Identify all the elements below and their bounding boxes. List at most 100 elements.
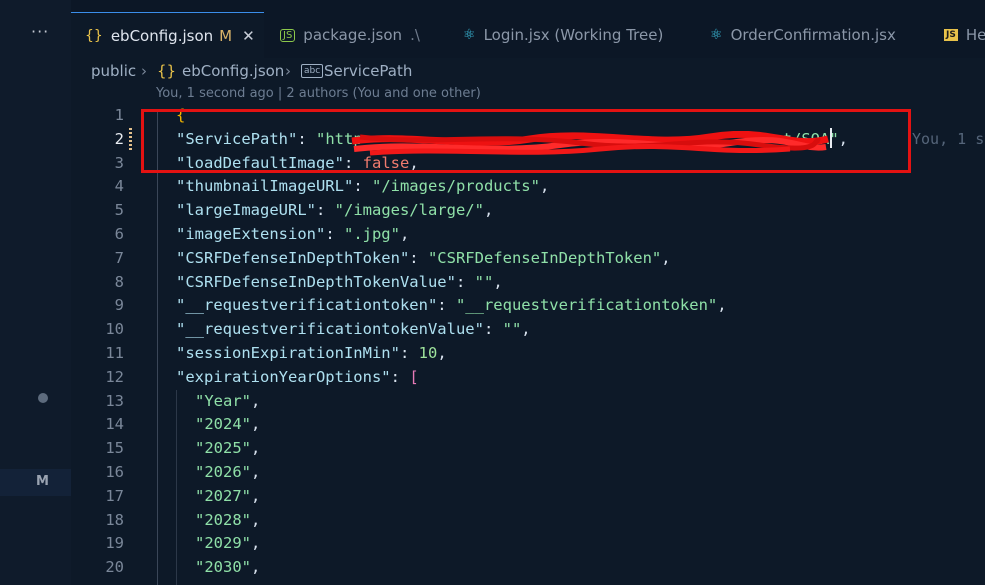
json-key: "sessionExpirationInMin" (176, 344, 400, 362)
git-blame-codelens[interactable]: You, 1 second ago | 2 authors (You and o… (156, 86, 481, 101)
line-number: 16 (105, 463, 124, 481)
code-line-16: "2026", (195, 463, 261, 481)
json-key: "largeImageURL" (176, 201, 316, 220)
tab-ebconfig-json[interactable]: {} ebConfig.json M ✕ (71, 12, 264, 58)
line-number: 3 (114, 153, 124, 172)
json-array-item: "2025" (195, 439, 251, 458)
json-string-value: "__requestverificationtoken" (455, 296, 718, 315)
tab-label: package.json (303, 26, 403, 44)
code-line-12: "expirationYearOptions": [ (176, 367, 419, 386)
string-symbol-icon: abc (301, 64, 324, 78)
modified-indicator: M (219, 26, 233, 45)
json-array-item: "2028" (195, 510, 251, 529)
code-line-4: "thumbnailImageURL": "/images/products", (176, 177, 550, 196)
json-string-value: "/images/products" (371, 177, 540, 196)
json-key: "__requestverificationtokenValue" (176, 320, 484, 339)
line-number: 12 (105, 367, 124, 386)
breadcrumb-folder[interactable]: public (91, 62, 136, 80)
code-line-19: "2029", (195, 534, 261, 553)
json-string-value: "CSRFDefenseInDepthToken" (427, 248, 662, 267)
json-key: "CSRFDefenseInDepthTokenValue" (176, 272, 456, 291)
nodejs-icon: JS (280, 28, 296, 42)
indent-guide (176, 390, 177, 585)
chevron-right-icon: › (141, 62, 147, 80)
activity-bar: ··· M (0, 0, 71, 585)
line-number: 17 (105, 486, 124, 505)
tab-path-hint: .\ (410, 26, 420, 44)
json-array-item: "2024" (195, 415, 251, 434)
tab-label: Login.jsx (Working Tree) (483, 26, 664, 44)
json-key: "expirationYearOptions" (176, 367, 391, 386)
json-array-item: "2027" (195, 486, 251, 505)
code-line-14: "2024", (195, 415, 261, 434)
breadcrumb-file[interactable]: ebConfig.json (182, 62, 284, 80)
chevron-right-icon: › (285, 62, 291, 80)
json-array-item: "2026" (195, 463, 251, 481)
line-number: 8 (114, 272, 124, 291)
json-string-value: "/images/large/" (334, 201, 484, 220)
json-key: "imageExtension" (176, 225, 326, 243)
breadcrumb-symbol[interactable]: ServicePath (324, 62, 412, 80)
line-number: 10 (105, 320, 124, 339)
highlight-annotation-box (141, 109, 911, 173)
line-number: 15 (105, 439, 124, 458)
tab-orderconfirmation-jsx[interactable]: ⚛ OrderConfirmation.jsx (710, 12, 896, 58)
code-line-9: "__requestverificationtoken": "__request… (176, 296, 727, 315)
code-line-6: "imageExtension": ".jpg", (176, 225, 410, 243)
react-icon: ⚛ (463, 27, 476, 43)
code-line-10: "__requestverificationtokenValue": "", (176, 320, 531, 339)
line-number: 7 (114, 248, 124, 267)
line-number: 1 (114, 106, 124, 124)
tab-login-jsx[interactable]: ⚛ Login.jsx (Working Tree) (463, 12, 663, 58)
line-number: 14 (105, 415, 124, 434)
tab-package-json[interactable]: JS package.json .\ (280, 12, 420, 58)
json-key: "__requestverificationtoken" (176, 296, 438, 315)
line-number: 4 (114, 177, 124, 196)
code-line-15: "2025", (195, 439, 261, 458)
code-line-17: "2027", (195, 486, 261, 505)
line-number: 9 (114, 296, 124, 315)
js-file-icon: JS (944, 29, 958, 41)
breadcrumb: public › {} ebConfig.json › abc ServiceP… (71, 58, 985, 83)
json-string-value: "" (474, 272, 494, 291)
tab-label: He (965, 26, 985, 44)
tab-label: ebConfig.json (110, 26, 214, 45)
json-number-value: 10 (418, 344, 438, 362)
modified-badge: M (36, 474, 49, 489)
line-number: 11 (105, 344, 124, 362)
editor-tab-bar: {} ebConfig.json M ✕ JS package.json .\ … (71, 0, 985, 59)
ellipsis-icon[interactable]: ··· (31, 22, 49, 41)
react-icon: ⚛ (710, 27, 723, 43)
code-line-20: "2030", (195, 558, 261, 577)
json-braces-icon: {} (157, 62, 177, 80)
line-number: 20 (105, 558, 124, 577)
json-string-value: ".jpg" (343, 225, 400, 243)
code-line-11: "sessionExpirationInMin": 10, (176, 344, 447, 362)
scm-status-row[interactable]: M (0, 469, 71, 496)
bracket-token: [ (409, 367, 419, 386)
indent-guide (157, 110, 158, 585)
json-array-item: "Year" (195, 391, 251, 410)
json-key: "CSRFDefenseInDepthToken" (176, 248, 410, 267)
tab-label: OrderConfirmation.jsx (730, 26, 896, 44)
code-line-13: "Year", (195, 391, 261, 410)
json-string-value: "" (502, 320, 522, 339)
line-number: 2 (114, 129, 124, 148)
line-number: 5 (114, 201, 124, 220)
code-line-18: "2028", (195, 510, 261, 529)
line-number: 6 (114, 225, 124, 243)
git-change-marker[interactable] (129, 128, 132, 150)
json-key: "thumbnailImageURL" (176, 177, 354, 196)
unsaved-dot-icon (38, 393, 48, 403)
code-line-5: "largeImageURL": "/images/large/", (176, 201, 494, 220)
line-number: 18 (105, 510, 124, 529)
close-icon[interactable]: ✕ (242, 27, 255, 45)
tab-he[interactable]: JS He (944, 12, 985, 58)
code-line-8: "CSRFDefenseInDepthTokenValue": "", (176, 272, 503, 291)
code-line-7: "CSRFDefenseInDepthToken": "CSRFDefenseI… (176, 248, 671, 267)
inline-blame-annotation: You, 1 s (912, 130, 985, 148)
line-number: 13 (105, 391, 124, 410)
json-braces-icon: {} (85, 27, 103, 44)
json-array-item: "2030" (195, 558, 251, 577)
json-array-item: "2029" (195, 534, 251, 553)
